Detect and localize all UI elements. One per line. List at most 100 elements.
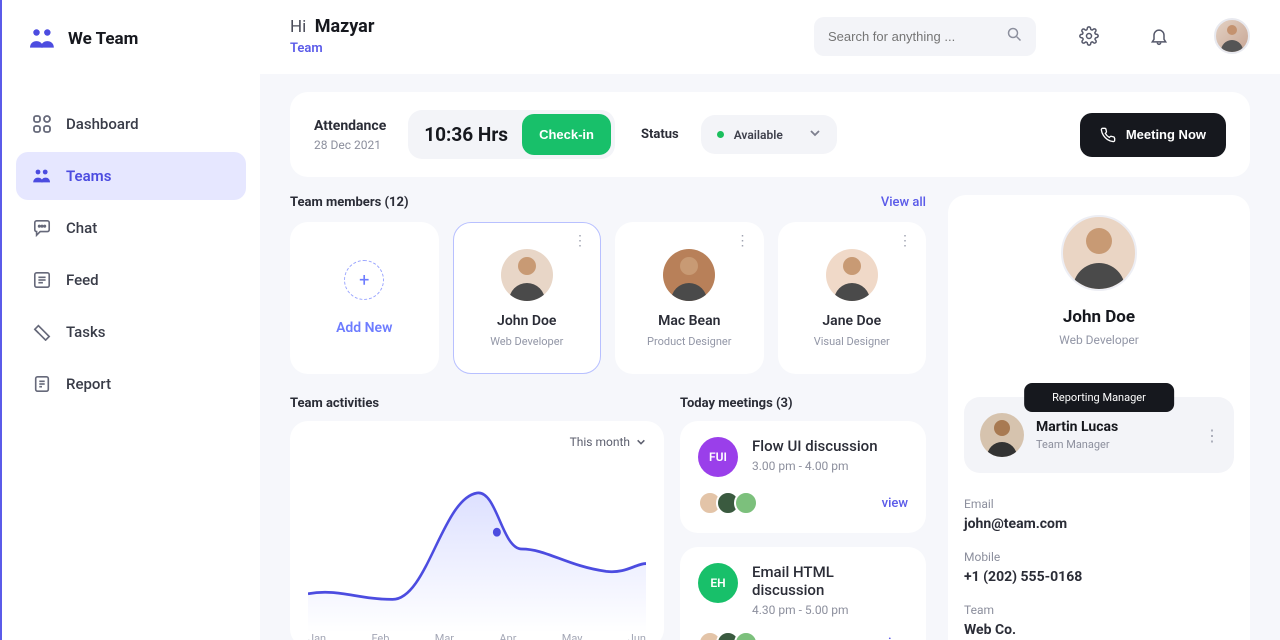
members-viewall[interactable]: View all <box>881 195 926 210</box>
nav-label: Chat <box>66 219 97 237</box>
tasks-icon <box>32 322 52 342</box>
notifications-button[interactable] <box>1142 19 1176 53</box>
attendance-bar: Attendance 28 Dec 2021 10:36 Hrs Check-i… <box>290 92 1250 177</box>
nav-label: Report <box>66 375 111 393</box>
member-role: Product Designer <box>647 335 731 348</box>
add-member-card[interactable]: + Add New <box>290 222 439 374</box>
attendance-time: 10:36 Hrs <box>424 123 508 146</box>
status-label: Status <box>641 127 679 142</box>
meeting-badge: FUI <box>698 437 738 477</box>
topbar: Hi Mazyar Team <box>260 0 1280 74</box>
reporting-manager-tag: Reporting Manager <box>1024 383 1174 412</box>
avatar <box>826 249 878 301</box>
meeting-time: 3.00 pm - 4.00 pm <box>752 459 878 473</box>
info-value: +1 (202) 555-0168 <box>964 569 1234 585</box>
meetings-title: Today meetings (3) <box>680 396 793 411</box>
member-card[interactable]: ⋮ John Doe Web Developer <box>453 222 602 374</box>
period-label: This month <box>570 435 630 449</box>
manager-role: Team Manager <box>1036 438 1118 451</box>
brand-name: We Team <box>68 29 138 49</box>
sidebar: We Team Dashboard Teams Chat Feed Tasks <box>2 0 260 640</box>
sidebar-item-feed[interactable]: Feed <box>16 256 246 304</box>
greeting: Hi Mazyar Team <box>290 16 374 56</box>
avatar <box>734 491 758 515</box>
checkin-button[interactable]: Check-in <box>522 114 611 155</box>
member-role: Visual Designer <box>814 335 890 348</box>
info-value: john@team.com <box>964 516 1234 532</box>
attendance-label: Attendance <box>314 118 386 134</box>
more-icon[interactable]: ⋮ <box>898 233 913 249</box>
more-icon[interactable]: ⋮ <box>1204 426 1220 445</box>
user-name: Mazyar <box>315 16 375 37</box>
feed-icon <box>32 270 52 290</box>
attendees <box>698 491 758 515</box>
avatar <box>980 413 1024 457</box>
meeting-view-link[interactable]: view <box>882 636 908 640</box>
nav-label: Feed <box>66 271 99 289</box>
avatar <box>734 631 758 640</box>
dashboard-icon <box>32 114 52 134</box>
greeting-subtitle: Team <box>290 41 374 56</box>
meeting-now-button[interactable]: Meeting Now <box>1080 113 1226 157</box>
info-label: Email <box>964 497 1234 511</box>
main: Hi Mazyar Team Attendance 28 Dec 2021 10… <box>260 0 1280 640</box>
member-card[interactable]: ⋮ Mac Bean Product Designer <box>615 222 764 374</box>
attendees <box>698 631 758 640</box>
plus-icon: + <box>344 260 384 300</box>
members-title: Team members (12) <box>290 195 409 210</box>
brand[interactable]: We Team <box>16 28 246 76</box>
period-dropdown[interactable]: This month <box>570 435 646 449</box>
manager-name: Martin Lucas <box>1036 419 1118 435</box>
team-icon <box>30 28 56 50</box>
meeting-card[interactable]: FUI Flow UI discussion 3.00 pm - 4.00 pm <box>680 421 926 533</box>
user-avatar[interactable] <box>1214 18 1250 54</box>
meeting-title: Flow UI discussion <box>752 437 878 455</box>
member-role: Web Developer <box>490 335 563 348</box>
meeting-view-link[interactable]: view <box>882 496 908 511</box>
more-icon[interactable]: ⋮ <box>573 233 588 249</box>
member-name: Mac Bean <box>658 313 720 329</box>
chevron-down-icon <box>636 437 646 447</box>
sidebar-item-tasks[interactable]: Tasks <box>16 308 246 356</box>
nav-label: Teams <box>66 167 111 185</box>
nav-label: Tasks <box>66 323 106 341</box>
bell-icon <box>1149 26 1169 46</box>
detail-avatar <box>1061 215 1137 291</box>
member-name: John Doe <box>497 313 556 329</box>
more-icon[interactable]: ⋮ <box>736 233 751 249</box>
activities-chart-card: This month <box>290 421 664 640</box>
member-name: Jane Doe <box>822 313 881 329</box>
status-dropdown[interactable]: Available <box>701 115 837 154</box>
add-member-label: Add New <box>336 320 392 336</box>
attendance-date: 28 Dec 2021 <box>314 138 386 152</box>
chevron-down-icon <box>809 127 821 142</box>
member-card[interactable]: ⋮ Jane Doe Visual Designer <box>778 222 927 374</box>
sidebar-item-report[interactable]: Report <box>16 360 246 408</box>
meeting-now-label: Meeting Now <box>1126 127 1206 142</box>
activities-title: Team activities <box>290 396 379 411</box>
nav-label: Dashboard <box>66 115 139 133</box>
meeting-badge: EH <box>698 563 738 603</box>
phone-icon <box>1100 127 1116 143</box>
sidebar-item-chat[interactable]: Chat <box>16 204 246 252</box>
info-label: Team <box>964 603 1234 617</box>
greeting-prefix: Hi <box>290 17 306 37</box>
status-dot-icon <box>717 131 724 138</box>
search-box[interactable] <box>814 17 1036 56</box>
avatar <box>501 249 553 301</box>
detail-role: Web Developer <box>1059 333 1139 347</box>
activities-chart <box>308 465 646 633</box>
meeting-card[interactable]: EH Email HTML discussion 4.30 pm - 5.00 … <box>680 547 926 640</box>
info-label: Mobile <box>964 550 1234 564</box>
info-value: Web Co. <box>964 622 1234 638</box>
sidebar-item-teams[interactable]: Teams <box>16 152 246 200</box>
report-icon <box>32 374 52 394</box>
meeting-time: 4.30 pm - 5.00 pm <box>752 603 908 617</box>
search-input[interactable] <box>828 29 1007 44</box>
settings-button[interactable] <box>1072 19 1106 53</box>
meeting-title: Email HTML discussion <box>752 563 908 599</box>
gear-icon <box>1079 26 1099 46</box>
sidebar-item-dashboard[interactable]: Dashboard <box>16 100 246 148</box>
search-icon <box>1007 27 1022 46</box>
member-detail-panel: John Doe Web Developer Reporting Manager… <box>948 195 1250 640</box>
